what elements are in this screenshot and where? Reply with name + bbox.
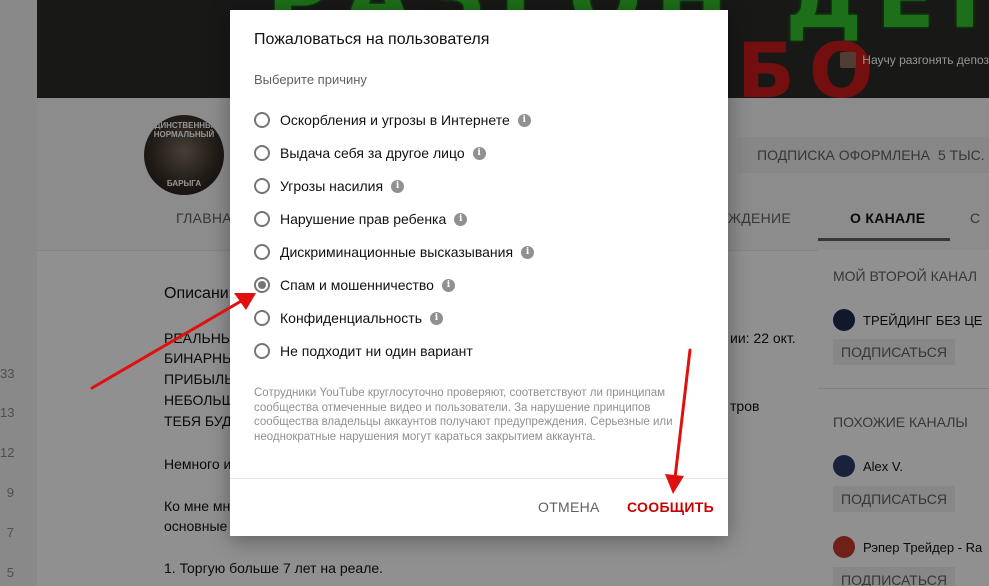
annotation-arrow-line bbox=[673, 348, 692, 480]
annotation-arrowhead bbox=[234, 293, 256, 310]
annotation-arrowhead bbox=[665, 474, 684, 494]
annotation-arrows bbox=[90, 293, 692, 494]
annotation-arrow-line bbox=[90, 298, 245, 390]
